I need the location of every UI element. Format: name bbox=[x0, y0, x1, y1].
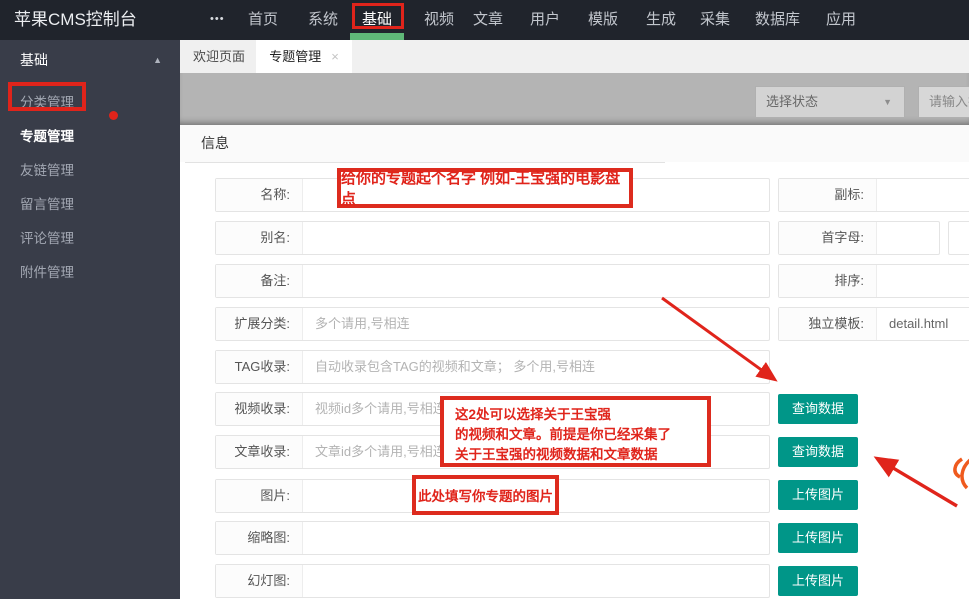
tab-info[interactable]: 信息 bbox=[201, 125, 229, 162]
sidebar-item-guestbook[interactable]: 留言管理 bbox=[0, 188, 180, 221]
topnav-item-system[interactable]: 系统 bbox=[308, 0, 338, 40]
remark-field[interactable] bbox=[303, 265, 769, 297]
form-row-first-letter: 首字母: bbox=[778, 221, 940, 255]
tag-field[interactable]: 自动收录包含TAG的视频和文章； 多个用,号相连 bbox=[303, 351, 769, 383]
first-letter-extra-field[interactable] bbox=[948, 221, 969, 255]
status-select-label: 选择状态 bbox=[766, 94, 818, 109]
field-label: 幻灯图: bbox=[216, 565, 303, 597]
topnav-item-video[interactable]: 视频 bbox=[424, 0, 454, 40]
field-label: 扩展分类: bbox=[216, 308, 303, 340]
topnav-item-user[interactable]: 用户 bbox=[530, 0, 560, 40]
sidebar: 基础 ▲ 分类管理 专题管理 友链管理 留言管理 评论管理 附件管理 bbox=[0, 40, 180, 599]
topnav-item-collect[interactable]: 采集 bbox=[700, 0, 730, 40]
annotation-redbox-topnav-basic bbox=[352, 3, 404, 29]
status-select[interactable]: 选择状态 ▼ bbox=[755, 86, 905, 118]
template-field[interactable]: detail.html bbox=[877, 308, 969, 340]
form-row-template: 独立模板: detail.html bbox=[778, 307, 969, 341]
caret-up-icon: ▲ bbox=[153, 40, 162, 80]
tab-welcome-label: 欢迎页面 bbox=[193, 49, 245, 64]
annotation-reddot bbox=[109, 111, 118, 120]
active-nav-underline bbox=[350, 33, 404, 40]
field-label: 视频收录: bbox=[216, 393, 303, 425]
alias-field[interactable] bbox=[303, 222, 769, 254]
sidebar-group-label: 基础 bbox=[20, 52, 48, 68]
close-icon[interactable]: × bbox=[331, 49, 339, 64]
field-label: 缩略图: bbox=[216, 522, 303, 554]
tab-welcome[interactable]: 欢迎页面 bbox=[185, 40, 253, 73]
chevron-down-icon: ▼ bbox=[883, 87, 892, 117]
slide-field[interactable] bbox=[303, 565, 769, 597]
annotation-image-tip: 此处填写你专题的图片 bbox=[412, 475, 559, 515]
maccms-admin-page: 苹果CMS控制台 ••• 首页 系统 基础 视频 文章 用户 模版 生成 采集 … bbox=[0, 0, 969, 599]
form-row-sort: 排序: bbox=[778, 264, 969, 298]
topnav-item-template[interactable]: 模版 bbox=[588, 0, 618, 40]
field-label: TAG收录: bbox=[216, 351, 303, 383]
app-title: 苹果CMS控制台 bbox=[14, 0, 137, 40]
field-label: 别名: bbox=[216, 222, 303, 254]
topnav-item-home[interactable]: 首页 bbox=[248, 0, 278, 40]
sidebar-item-topic[interactable]: 专题管理 bbox=[0, 120, 180, 153]
panel-header-divider bbox=[185, 162, 665, 163]
annotation-name-tip: 给你的专题起个名字 例如-王宝强的电影盘点 bbox=[337, 168, 633, 208]
upload-slide-button[interactable]: 上传图片 bbox=[778, 566, 858, 596]
upload-thumbnail-button[interactable]: 上传图片 bbox=[778, 523, 858, 553]
topnav-item-generate[interactable]: 生成 bbox=[646, 0, 676, 40]
more-icon[interactable]: ••• bbox=[210, 0, 225, 38]
form-row-slide: 幻灯图: bbox=[215, 564, 770, 598]
form-row-subtitle: 副标: bbox=[778, 178, 969, 212]
annotation-redbox-category bbox=[8, 82, 86, 111]
field-label: 排序: bbox=[779, 265, 877, 297]
annotation-collect-tip: 这2处可以选择关于王宝强 的视频和文章。前提是你已经采集了 关于王宝强的视频数据… bbox=[440, 396, 711, 467]
annotation-name-tip-text: 给你的专题起个名字 例如-王宝强的电影盘点 bbox=[341, 167, 629, 209]
subtitle-field[interactable] bbox=[877, 179, 969, 211]
form-row-tag: TAG收录: 自动收录包含TAG的视频和文章； 多个用,号相连 bbox=[215, 350, 770, 384]
first-letter-field[interactable] bbox=[877, 222, 939, 254]
topnav-item-article[interactable]: 文章 bbox=[473, 0, 503, 40]
field-label: 名称: bbox=[216, 179, 303, 211]
field-label: 独立模板: bbox=[779, 308, 877, 340]
sidebar-item-comment[interactable]: 评论管理 bbox=[0, 222, 180, 255]
sidebar-group-basic[interactable]: 基础 ▲ bbox=[0, 40, 180, 80]
field-label: 图片: bbox=[216, 480, 303, 512]
topnav-item-app[interactable]: 应用 bbox=[826, 0, 856, 40]
upload-image-button[interactable]: 上传图片 bbox=[778, 480, 858, 510]
form-panel-header bbox=[180, 125, 969, 162]
topnav-item-database[interactable]: 数据库 bbox=[755, 0, 800, 40]
tab-topic-manage[interactable]: 专题管理 × bbox=[256, 40, 352, 73]
sort-field[interactable] bbox=[877, 265, 969, 297]
top-navbar: 苹果CMS控制台 ••• 首页 系统 基础 视频 文章 用户 模版 生成 采集 … bbox=[0, 0, 969, 40]
tab-topic-label: 专题管理 bbox=[269, 49, 321, 64]
search-input[interactable]: 请输入搜 bbox=[918, 86, 969, 118]
ext-category-field[interactable]: 多个请用,号相连 bbox=[303, 308, 769, 340]
field-label: 备注: bbox=[216, 265, 303, 297]
form-row-thumbnail: 缩略图: bbox=[215, 521, 770, 555]
field-label: 文章收录: bbox=[216, 436, 303, 468]
form-row-ext-category: 扩展分类: 多个请用,号相连 bbox=[215, 307, 770, 341]
form-row-alias: 别名: bbox=[215, 221, 770, 255]
annotation-image-tip-text: 此处填写你专题的图片 bbox=[418, 485, 553, 505]
annotation-collect-line3: 关于王宝强的视频数据和文章数据 bbox=[455, 445, 707, 465]
sidebar-item-attachment[interactable]: 附件管理 bbox=[0, 256, 180, 289]
tab-bar: 欢迎页面 专题管理 × bbox=[180, 40, 969, 73]
query-article-data-button[interactable]: 查询数据 bbox=[778, 437, 858, 467]
form-row-remark: 备注: bbox=[215, 264, 770, 298]
thumbnail-field[interactable] bbox=[303, 522, 769, 554]
field-label: 首字母: bbox=[779, 222, 877, 254]
query-video-data-button[interactable]: 查询数据 bbox=[778, 394, 858, 424]
annotation-collect-line1: 这2处可以选择关于王宝强 bbox=[455, 405, 707, 425]
field-label: 副标: bbox=[779, 179, 877, 211]
annotation-collect-line2: 的视频和文章。前提是你已经采集了 bbox=[455, 425, 707, 445]
sidebar-item-friendlink[interactable]: 友链管理 bbox=[0, 154, 180, 187]
